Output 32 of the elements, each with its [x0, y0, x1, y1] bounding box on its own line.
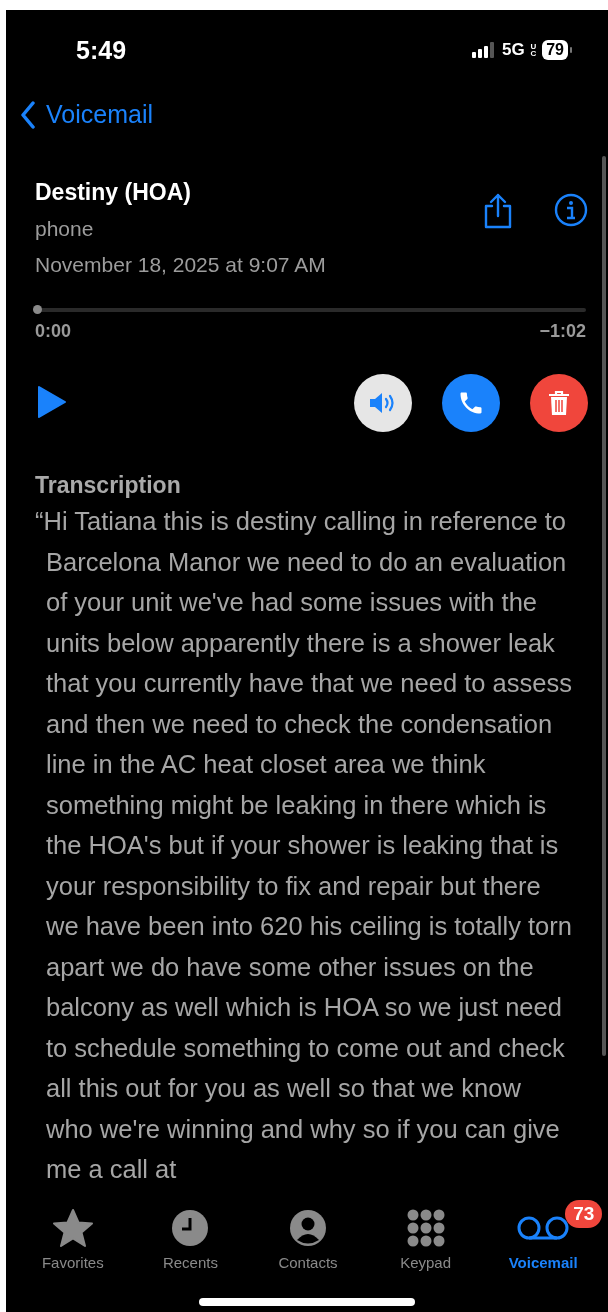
call-button[interactable]	[442, 374, 500, 432]
delete-button[interactable]	[530, 374, 588, 432]
chevron-left-icon	[20, 100, 36, 129]
network-label: 5G	[501, 40, 525, 60]
tab-item[interactable]: Favorites	[14, 1202, 132, 1312]
clock-icon	[171, 1209, 210, 1247]
star-icon	[51, 1208, 94, 1248]
number-label: phone	[35, 217, 95, 242]
clock-time: 5:49	[76, 35, 128, 65]
transcription-text: “Hi Tatiana this is destiny calling in reference to Barcelona Manor we need to do an evaluation of your unit we've had some issues with the units below apparently there is a shower leak that you currently have that we need to assess and then we need to check the condensation line in the AC heat closet area we think something might be leaking in there which is the HOA's but if your shower is leaking that is your responsibility to fix and repair but there we have been into 620 his ceiling is totally torn apart we do have some other issues on the balcony as well which is HOA so we just need to schedule something to come out and check all this out for you as well so that we know who we're winning and why so if you can give me a call at	[35, 506, 572, 1185]
keypad-icon	[406, 1209, 445, 1247]
tab-item[interactable]: Voicemail 73	[484, 1202, 602, 1312]
transcription-heading: Transcription	[35, 472, 182, 499]
caller-name: Destiny (HOA)	[35, 179, 192, 207]
elapsed-time: 0:00	[35, 321, 72, 342]
info-icon[interactable]	[554, 193, 588, 227]
playback-slider[interactable]	[35, 305, 586, 315]
trash-icon	[548, 390, 570, 416]
count-badge: 73	[565, 1200, 603, 1228]
speaker-button[interactable]	[354, 374, 412, 432]
person-icon	[289, 1209, 327, 1247]
network-suffix-text: UC	[530, 42, 537, 58]
back-button[interactable]: Voicemail	[6, 90, 167, 139]
battery-level: 79	[542, 40, 568, 60]
voicemail-date: November 18, 2025 at 9:07 AM	[35, 253, 327, 278]
signal-icon	[471, 42, 496, 58]
remaining-time: −1:02	[539, 321, 586, 342]
tab-item[interactable]: Keypad	[366, 1202, 485, 1312]
voicemail-icon	[516, 1215, 571, 1241]
tab-item[interactable]: Recents	[131, 1202, 250, 1312]
play-icon	[37, 384, 67, 419]
share-icon[interactable]	[482, 193, 514, 229]
